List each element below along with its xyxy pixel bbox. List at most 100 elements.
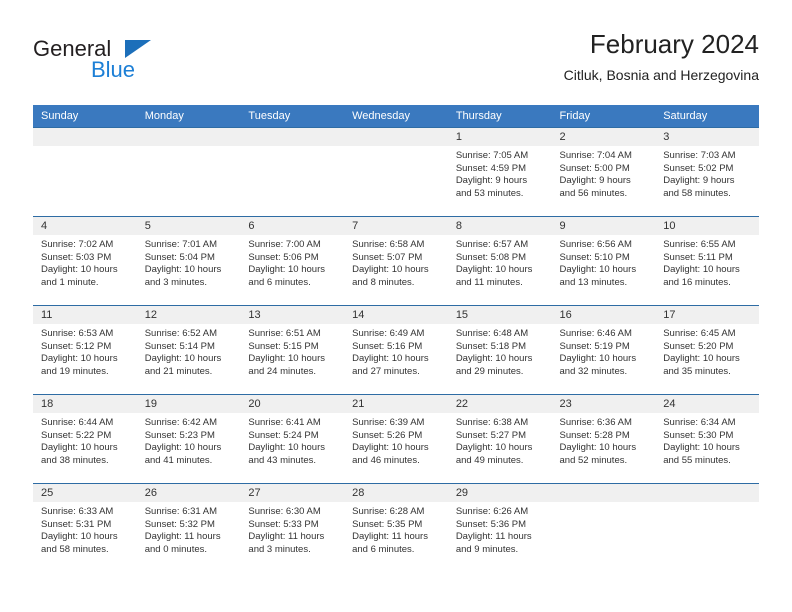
day-details: Sunrise: 6:56 AM Sunset: 5:10 PM Daylight:… — [552, 235, 656, 289]
calendar-day-cell[interactable]: 9 Sunrise: 6:56 AM Sunset: 5:10 PM Daylight… — [551, 216, 656, 306]
day-sunrise: Sunrise: 6:58 AM — [352, 239, 425, 250]
day-sunset: Sunset: 5:12 PM — [41, 340, 112, 352]
calendar-day-cell[interactable]: 17 Sunrise: 6:45 AM Sunset: 5:20 PM Dayligh… — [655, 305, 759, 395]
day-number: 3 — [655, 128, 759, 146]
day-details: Sunrise: 6:55 AM Sunset: 5:11 PM Daylight:… — [655, 235, 759, 289]
day-sunset: Sunset: 5:32 PM — [144, 518, 215, 530]
day-daylight-line2: and 41 minutes. — [144, 454, 213, 466]
weekday-header-tuesday: Tuesday — [240, 105, 345, 128]
day-daylight-line1: Daylight: 9 hours — [663, 175, 735, 187]
calendar-day-cell[interactable]: 12 Sunrise: 6:52 AM Sunset: 5:14 PM Dayligh… — [136, 305, 241, 395]
day-daylight-line1: Daylight: 10 hours — [41, 442, 118, 454]
day-details: Sunrise: 6:53 AM Sunset: 5:12 PM Daylight:… — [33, 324, 137, 378]
calendar-day-cell[interactable]: 5 Sunrise: 7:01 AM Sunset: 5:04 PM Daylight… — [136, 216, 241, 306]
calendar-day-cell[interactable]: 11 Sunrise: 6:53 AM Sunset: 5:12 PM Dayligh… — [33, 305, 137, 395]
day-details: Sunrise: 6:42 AM Sunset: 5:23 PM Daylight:… — [137, 413, 241, 467]
day-number: 22 — [447, 395, 552, 413]
calendar-day-cell[interactable]: 10 Sunrise: 6:55 AM Sunset: 5:11 PM Dayligh… — [655, 216, 759, 306]
day-daylight-line2: and 27 minutes. — [352, 365, 420, 377]
calendar-day-cell[interactable]: 15 Sunrise: 6:48 AM Sunset: 5:18 PM Dayligh… — [447, 305, 552, 395]
day-daylight-line1: Daylight: 10 hours — [559, 442, 637, 454]
calendar-day-cell[interactable]: 19 Sunrise: 6:42 AM Sunset: 5:23 PM Dayligh… — [136, 394, 241, 484]
day-sunset: Sunset: 5:16 PM — [352, 340, 423, 352]
calendar-day-cell[interactable]: 27 Sunrise: 6:30 AM Sunset: 5:33 PM Dayligh… — [240, 483, 345, 572]
day-daylight-line2: and 43 minutes. — [248, 454, 317, 466]
calendar-day-cell[interactable]: 29 Sunrise: 6:26 AM Sunset: 5:36 PM Dayligh… — [447, 483, 552, 572]
day-daylight-line1: Daylight: 10 hours — [559, 264, 637, 276]
day-sunset: Sunset: 5:31 PM — [41, 518, 112, 530]
calendar-day-cell[interactable]: 26 Sunrise: 6:31 AM Sunset: 5:32 PM Dayligh… — [136, 483, 241, 572]
day-details: Sunrise: 6:26 AM Sunset: 5:36 PM Daylight:… — [448, 502, 552, 556]
calendar-day-cell[interactable]: 18 Sunrise: 6:44 AM Sunset: 5:22 PM Dayligh… — [33, 394, 137, 484]
weekday-header-wednesday: Wednesday — [344, 105, 448, 128]
day-sunrise: Sunrise: 6:34 AM — [663, 417, 736, 428]
day-sunset: Sunset: 5:23 PM — [144, 429, 215, 441]
day-details: Sunrise: 6:36 AM Sunset: 5:28 PM Daylight:… — [552, 413, 656, 467]
day-sunset: Sunset: 5:04 PM — [144, 251, 215, 263]
day-sunset: Sunset: 5:07 PM — [352, 251, 423, 263]
day-details: Sunrise: 6:34 AM Sunset: 5:30 PM Daylight:… — [655, 413, 759, 467]
calendar-day-cell[interactable]: 22 Sunrise: 6:38 AM Sunset: 5:27 PM Dayligh… — [447, 394, 552, 484]
calendar-week-row: 18 Sunrise: 6:44 AM Sunset: 5:22 PM Dayligh… — [33, 394, 759, 484]
day-sunrise: Sunrise: 6:28 AM — [352, 506, 425, 517]
day-sunrise: Sunrise: 7:02 AM — [41, 239, 114, 250]
calendar-day-cell[interactable]: 1 Sunrise: 7:05 AM Sunset: 4:59 PM Daylight… — [447, 127, 552, 217]
day-sunset: Sunset: 5:18 PM — [455, 340, 527, 352]
day-number — [240, 128, 345, 146]
day-sunset: Sunset: 5:11 PM — [663, 251, 733, 263]
day-number: 25 — [33, 484, 137, 502]
day-daylight-line2: and 9 minutes. — [455, 543, 519, 555]
calendar-day-cell[interactable]: 4 Sunrise: 7:02 AM Sunset: 5:03 PM Daylight… — [33, 216, 137, 306]
calendar-day-cell[interactable]: 13 Sunrise: 6:51 AM Sunset: 5:15 PM Dayligh… — [240, 305, 345, 395]
calendar-day-cell-empty — [344, 127, 448, 217]
calendar-day-cell[interactable]: 24 Sunrise: 6:34 AM Sunset: 5:30 PM Dayligh… — [655, 394, 759, 484]
day-sunset: Sunset: 5:20 PM — [663, 340, 734, 352]
calendar-day-cell[interactable]: 14 Sunrise: 6:49 AM Sunset: 5:16 PM Dayligh… — [344, 305, 448, 395]
logo-triangle-icon — [125, 40, 151, 58]
calendar-day-cell[interactable]: 16 Sunrise: 6:46 AM Sunset: 5:19 PM Dayligh… — [551, 305, 656, 395]
day-details: Sunrise: 7:04 AM Sunset: 5:00 PM Daylight:… — [552, 146, 656, 200]
day-details: Sunrise: 6:52 AM Sunset: 5:14 PM Daylight:… — [137, 324, 241, 378]
weekday-header-friday: Friday — [551, 105, 656, 128]
day-sunset: Sunset: 5:10 PM — [559, 251, 630, 263]
calendar-day-cell[interactable]: 8 Sunrise: 6:57 AM Sunset: 5:08 PM Daylight… — [447, 216, 552, 306]
day-details: Sunrise: 6:30 AM Sunset: 5:33 PM Daylight:… — [240, 502, 344, 556]
day-details: Sunrise: 6:33 AM Sunset: 5:31 PM Daylight:… — [33, 502, 137, 556]
calendar-week-row: 11 Sunrise: 6:53 AM Sunset: 5:12 PM Dayligh… — [33, 305, 759, 395]
day-daylight-line2: and 3 minutes. — [248, 543, 311, 555]
day-number: 28 — [344, 484, 448, 502]
day-daylight-line1: Daylight: 9 hours — [559, 175, 631, 187]
calendar-week-row: 25 Sunrise: 6:33 AM Sunset: 5:31 PM Dayligh… — [33, 483, 759, 572]
day-daylight-line1: Daylight: 11 hours — [144, 531, 221, 543]
day-number: 23 — [551, 395, 656, 413]
calendar-day-cell[interactable]: 3 Sunrise: 7:03 AM Sunset: 5:02 PM Daylight… — [655, 127, 759, 217]
day-number: 16 — [551, 306, 656, 324]
calendar-day-cell[interactable]: 7 Sunrise: 6:58 AM Sunset: 5:07 PM Daylight… — [344, 216, 448, 306]
calendar-day-cell[interactable]: 20 Sunrise: 6:41 AM Sunset: 5:24 PM Dayligh… — [240, 394, 345, 484]
weekday-header-saturday: Saturday — [655, 105, 759, 128]
day-daylight-line1: Daylight: 10 hours — [455, 442, 533, 454]
day-daylight-line2: and 53 minutes. — [455, 187, 524, 199]
day-number: 26 — [136, 484, 241, 502]
day-sunset: Sunset: 5:22 PM — [41, 429, 112, 441]
day-daylight-line1: Daylight: 11 hours — [455, 531, 532, 543]
day-sunset: Sunset: 5:14 PM — [144, 340, 215, 352]
calendar-day-cell-empty — [551, 483, 656, 572]
weekday-header-monday: Monday — [136, 105, 241, 128]
day-daylight-line2: and 56 minutes. — [559, 187, 628, 199]
calendar-day-cell[interactable]: 21 Sunrise: 6:39 AM Sunset: 5:26 PM Dayligh… — [344, 394, 448, 484]
day-details: Sunrise: 7:03 AM Sunset: 5:02 PM Daylight:… — [655, 146, 759, 200]
day-details: Sunrise: 6:31 AM Sunset: 5:32 PM Daylight:… — [137, 502, 241, 556]
day-sunset: Sunset: 4:59 PM — [455, 162, 527, 174]
calendar-day-cell[interactable]: 6 Sunrise: 7:00 AM Sunset: 5:06 PM Daylight… — [240, 216, 345, 306]
calendar-day-cell[interactable]: 28 Sunrise: 6:28 AM Sunset: 5:35 PM Dayligh… — [344, 483, 448, 572]
calendar-day-cell[interactable]: 2 Sunrise: 7:04 AM Sunset: 5:00 PM Daylight… — [551, 127, 656, 217]
day-details: Sunrise: 6:45 AM Sunset: 5:20 PM Daylight:… — [655, 324, 759, 378]
day-daylight-line2: and 38 minutes. — [41, 454, 109, 466]
calendar-day-cell[interactable]: 25 Sunrise: 6:33 AM Sunset: 5:31 PM Dayligh… — [33, 483, 137, 572]
calendar-day-cell[interactable]: 23 Sunrise: 6:36 AM Sunset: 5:28 PM Dayligh… — [551, 394, 656, 484]
day-daylight-line1: Daylight: 9 hours — [455, 175, 528, 187]
day-daylight-line2: and 19 minutes. — [41, 365, 109, 377]
day-number: 14 — [344, 306, 448, 324]
day-details: Sunrise: 6:44 AM Sunset: 5:22 PM Daylight:… — [33, 413, 137, 467]
